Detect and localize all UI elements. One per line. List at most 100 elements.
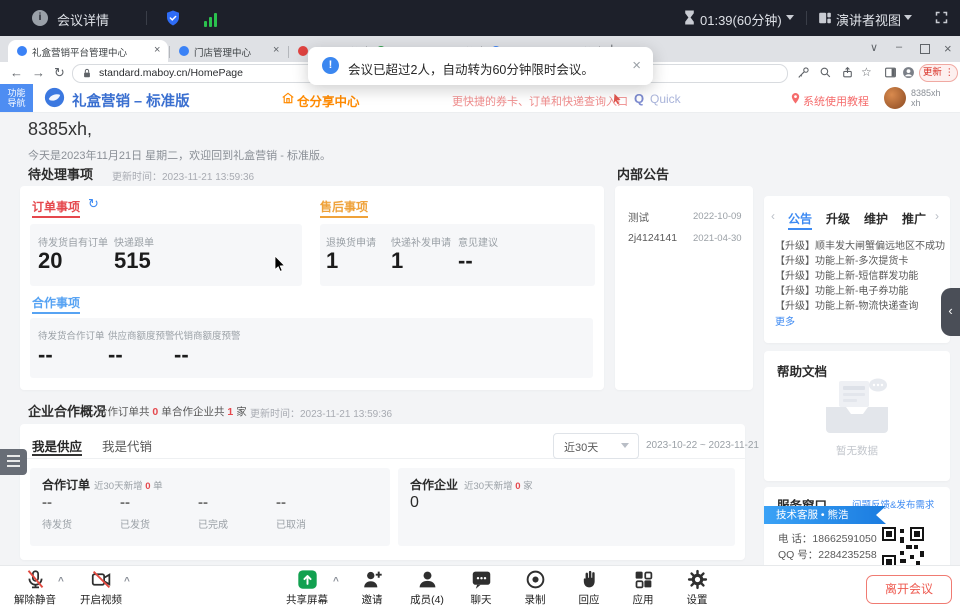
layout-view-icon: [818, 11, 832, 25]
news-next-icon[interactable]: ›: [935, 209, 939, 223]
news-item[interactable]: 【升级】顺丰发大闸蟹偏远地区不成功问...: [775, 237, 945, 252]
network-signal-icon[interactable]: [204, 9, 220, 27]
browser-tab[interactable]: 礼盒营销平台管理中心 ×: [8, 40, 168, 62]
user-avatar[interactable]: [884, 87, 906, 109]
video-options-caret[interactable]: ^: [124, 576, 130, 587]
pointer-hand-icon: [613, 93, 625, 105]
refresh-icon[interactable]: ↻: [88, 196, 99, 212]
mouse-cursor: [274, 256, 287, 273]
key-icon[interactable]: [797, 66, 810, 79]
stat-value[interactable]: 20: [38, 248, 62, 274]
url-text: standard.maboy.cn/HomePage: [99, 67, 243, 79]
zoom-icon[interactable]: [819, 66, 832, 79]
share-icon[interactable]: [841, 66, 854, 79]
stat-value: --: [276, 494, 286, 511]
help-card: 帮助文档 暂无数据: [764, 351, 950, 481]
coop-group-title[interactable]: 合作事项: [32, 294, 80, 311]
quick-search-label[interactable]: Quick: [650, 92, 681, 106]
hand-icon: [579, 569, 600, 590]
stat-label: 已发货: [120, 516, 150, 531]
stat-label: 意见建议: [458, 234, 498, 249]
bookmark-star-icon[interactable]: ☆: [861, 65, 872, 79]
search-icon[interactable]: Q: [634, 91, 644, 106]
leave-meeting-button[interactable]: 离开会议: [866, 575, 952, 604]
stat-label: 供应商额度预警: [108, 328, 175, 342]
stat-value[interactable]: --: [38, 342, 53, 368]
aftersale-underline: [320, 216, 368, 218]
window-menu-icon[interactable]: ∨: [870, 41, 878, 54]
app-header: 功能 导航 礼盒营销 – 标准版 仓分享中心 更快捷的券卡、订单和快递查询入口 …: [0, 84, 960, 113]
function-nav-button[interactable]: 功能 导航: [0, 84, 33, 112]
forward-icon[interactable]: →: [32, 65, 45, 80]
settings-button[interactable]: 设置: [665, 569, 729, 607]
timer-caret-icon[interactable]: [786, 15, 794, 20]
stat-value[interactable]: --: [108, 342, 123, 368]
tab-title: 礼盒营销平台管理中心: [32, 45, 127, 59]
mic-options-caret[interactable]: ^: [58, 576, 64, 587]
browser-update-button[interactable]: 更新 ⋮: [919, 64, 958, 82]
window-maximize-icon[interactable]: [920, 44, 930, 54]
window-minimize-icon[interactable]: –: [896, 41, 902, 53]
pending-section-title: 待处理事项: [28, 164, 93, 183]
news-tab-announce[interactable]: 公告: [788, 210, 812, 227]
stat-value[interactable]: --: [458, 248, 473, 274]
start-video-button[interactable]: 开启视频: [69, 569, 133, 607]
stat-value[interactable]: --: [174, 342, 189, 368]
side-drawer-handle[interactable]: ‹: [941, 288, 960, 336]
tutorial-link[interactable]: 系统使用教程: [803, 93, 869, 109]
stat-value: --: [120, 494, 130, 511]
quick-entry-tip: 更快捷的券卡、订单和快递查询入口: [452, 93, 628, 109]
tab-close-icon[interactable]: ×: [154, 44, 160, 56]
news-item[interactable]: 【升级】功能上新-短信群发功能: [775, 267, 918, 282]
quick-menu-widget[interactable]: [0, 449, 27, 475]
user-name: 8385xh xh: [911, 88, 941, 108]
tab-i-am-distributor[interactable]: 我是代销: [102, 436, 152, 455]
tab-favicon: [298, 46, 308, 56]
news-tab-upgrade[interactable]: 升级: [826, 210, 850, 227]
gear-icon: [687, 569, 708, 590]
empty-state-text: 暂无数据: [764, 443, 950, 458]
reload-icon[interactable]: ↻: [54, 65, 65, 81]
tab-close-icon[interactable]: ×: [273, 44, 279, 56]
members-icon: [417, 569, 438, 590]
order-group-title[interactable]: 订单事项: [32, 198, 80, 215]
announcements-title: 内部公告: [617, 164, 669, 183]
fullscreen-icon[interactable]: [934, 10, 949, 25]
share-options-caret[interactable]: ^: [333, 576, 339, 587]
stat-value[interactable]: 1: [391, 248, 403, 274]
pending-card: 订单事项 ↻ 待发货自有订单 20 快递跟单 515 售后事项 退换货申请 1 …: [20, 186, 604, 390]
announcement-item[interactable]: 2j4124141: [628, 232, 677, 244]
view-mode-button[interactable]: 演讲者视图: [836, 10, 901, 29]
back-icon[interactable]: ←: [10, 65, 23, 80]
share-center-link[interactable]: 仓分享中心: [297, 91, 360, 110]
tab-i-am-supplier[interactable]: 我是供应: [32, 436, 82, 455]
browser-tab[interactable]: 门店管理中心 ×: [170, 40, 287, 62]
stat-value[interactable]: 1: [326, 248, 338, 274]
news-item[interactable]: 【升级】功能上新-物流快递查询: [775, 297, 918, 312]
announcement-item[interactable]: 测试: [628, 210, 649, 225]
news-item[interactable]: 【升级】功能上新-电子券功能: [775, 282, 908, 297]
news-tab-promo[interactable]: 推广: [902, 210, 926, 227]
order-underline: [32, 216, 80, 218]
side-panel-icon[interactable]: [884, 66, 897, 79]
coop-companies-title: 合作企业: [410, 476, 458, 493]
window-close-icon[interactable]: ×: [944, 41, 952, 56]
news-item[interactable]: 【升级】功能上新-多次提货卡: [775, 252, 908, 267]
profile-avatar-icon[interactable]: [902, 66, 915, 79]
news-more-link[interactable]: 更多: [775, 313, 795, 328]
unmute-button[interactable]: 解除静音: [3, 569, 67, 607]
announcement-date: 2022-10-09: [693, 211, 742, 222]
toast-close-icon[interactable]: ×: [632, 57, 641, 74]
news-tab-maintain[interactable]: 维护: [864, 210, 888, 227]
news-prev-icon[interactable]: ‹: [771, 209, 775, 223]
overview-updated-time: 更新时间：2023-11-21 13:59:36: [250, 405, 392, 420]
security-shield-icon[interactable]: [164, 9, 182, 27]
stat-value[interactable]: 515: [114, 248, 151, 274]
date-range-select[interactable]: 近30天: [553, 433, 639, 459]
meeting-info-icon[interactable]: i: [32, 10, 48, 26]
aftersale-group-title[interactable]: 售后事项: [320, 198, 368, 215]
share-screen-button[interactable]: 共享屏幕: [275, 569, 339, 607]
view-caret-icon[interactable]: [904, 15, 912, 20]
meeting-details-button[interactable]: 会议详情: [57, 10, 109, 29]
stat-label: 待发货自有订单: [38, 234, 108, 249]
